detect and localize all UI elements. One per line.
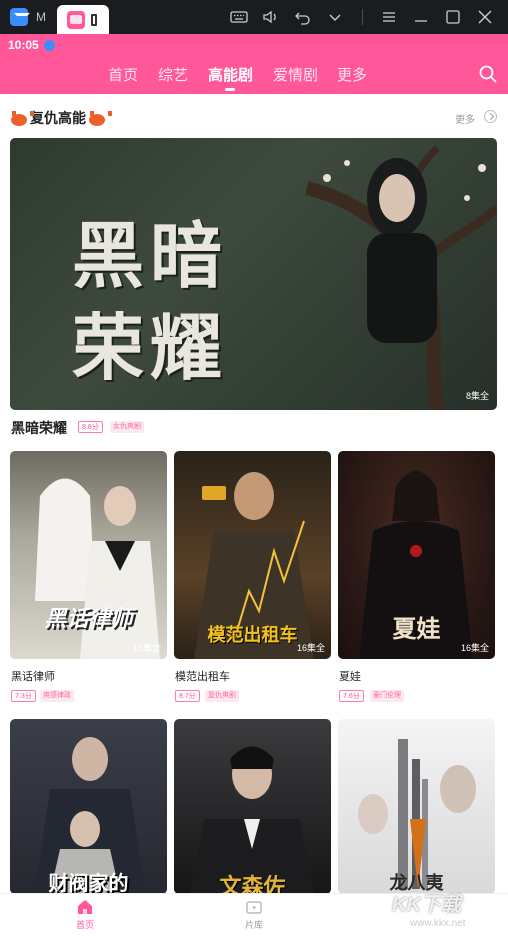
nav-item-more[interactable]: 更多 xyxy=(337,64,367,85)
tab-home[interactable]: 首页 xyxy=(65,898,105,931)
nav-item-romance[interactable]: 爱情剧 xyxy=(273,64,318,85)
poster-title-text: 夏娃 xyxy=(392,614,441,643)
poster-title-text: 文森佐 xyxy=(219,874,286,894)
genre-tag: 豪门伦理 xyxy=(370,690,404,702)
drama-card[interactable]: 龙八夷 xyxy=(338,719,495,894)
bluetooth-icon xyxy=(44,40,55,51)
tv-app-icon xyxy=(67,11,85,29)
more-link[interactable]: 更多 xyxy=(455,111,475,126)
episode-count: 16集全 xyxy=(296,643,325,653)
active-app-tab[interactable] xyxy=(57,5,109,34)
status-time: 10:05 xyxy=(8,38,39,52)
card-title[interactable]: 黑话律师 xyxy=(11,668,55,684)
poster-art xyxy=(358,739,476,889)
tab-label: 片库 xyxy=(244,920,263,930)
menu-icon[interactable] xyxy=(380,9,398,25)
devil-icon xyxy=(88,110,112,126)
drama-card[interactable]: 夏娃 16集全 xyxy=(338,451,495,659)
watermark: KK下载 xyxy=(392,894,461,916)
nav-item-variety[interactable]: 综艺 xyxy=(158,64,188,85)
tab-label: 首页 xyxy=(75,920,94,930)
score-tag: 7.3分 xyxy=(11,690,36,702)
minimize-icon[interactable] xyxy=(412,9,430,25)
genre-tag: 爽感律政 xyxy=(40,690,74,702)
score-tag: 8.7分 xyxy=(175,690,200,702)
hero-title[interactable]: 黑暗荣耀 xyxy=(11,418,67,438)
top-nav: 首页 综艺 高能剧 爱情剧 更多 xyxy=(0,64,508,91)
section-title-text: 复仇高能 xyxy=(30,110,86,126)
volume-icon[interactable] xyxy=(262,9,280,25)
hero-poster-text: 黑暗 荣耀 xyxy=(72,213,229,390)
hero-artwork xyxy=(305,145,497,410)
nav-item-home[interactable]: 首页 xyxy=(108,64,138,85)
episode-count: 16集全 xyxy=(460,643,489,653)
undo-icon[interactable] xyxy=(294,9,312,25)
card-title[interactable]: 夏娃 xyxy=(339,668,361,684)
section-title: 复仇高能 xyxy=(10,108,112,128)
phone-frame-icon xyxy=(91,14,97,26)
chevron-right-icon[interactable] xyxy=(484,110,497,123)
card-title[interactable]: 模范出租车 xyxy=(175,668,230,684)
search-icon[interactable] xyxy=(478,64,498,84)
app-m-icon[interactable] xyxy=(10,8,30,26)
hero-banner[interactable]: 黑暗 荣耀 8集全 xyxy=(10,138,497,410)
episode-count: 16集全 xyxy=(132,643,161,653)
nav-active-indicator xyxy=(225,88,235,91)
score-tag: 8.8分 xyxy=(78,421,103,433)
titlebar-divider xyxy=(362,9,363,25)
poster-title-text: 财阀家的 xyxy=(48,873,129,894)
watermark-url: www.kkx.net xyxy=(410,918,466,929)
home-icon xyxy=(78,900,92,914)
window-titlebar: M xyxy=(0,0,508,34)
tab-library[interactable]: 片库 xyxy=(234,898,274,931)
poster-title-text: 黑话律师 xyxy=(44,606,133,631)
devil-icon xyxy=(10,110,34,126)
genre-tag: 复仇爽剧 xyxy=(205,690,239,702)
drama-card[interactable]: 文森佐 xyxy=(174,719,331,894)
drama-card[interactable]: 模范出租车 16集全 xyxy=(174,451,331,659)
episode-count: 8集全 xyxy=(465,391,489,401)
chevron-down-icon[interactable] xyxy=(326,9,344,25)
genre-tag: 女仇爽剧 xyxy=(110,421,144,433)
poster-art xyxy=(190,746,314,894)
keyboard-icon[interactable] xyxy=(230,9,248,25)
maximize-icon[interactable] xyxy=(444,9,462,25)
app-header: 10:05 首页 综艺 高能剧 爱情剧 更多 xyxy=(0,34,508,94)
drama-card[interactable]: 黑话律师 16集全 xyxy=(10,451,167,659)
close-icon[interactable] xyxy=(476,9,494,25)
nav-item-thriller[interactable]: 高能剧 xyxy=(208,64,253,85)
app-tab-m-label[interactable]: M xyxy=(36,10,46,24)
video-library-icon xyxy=(246,901,262,914)
drama-card[interactable]: 财阀家的 xyxy=(10,719,167,894)
score-tag: 7.6分 xyxy=(339,690,364,702)
